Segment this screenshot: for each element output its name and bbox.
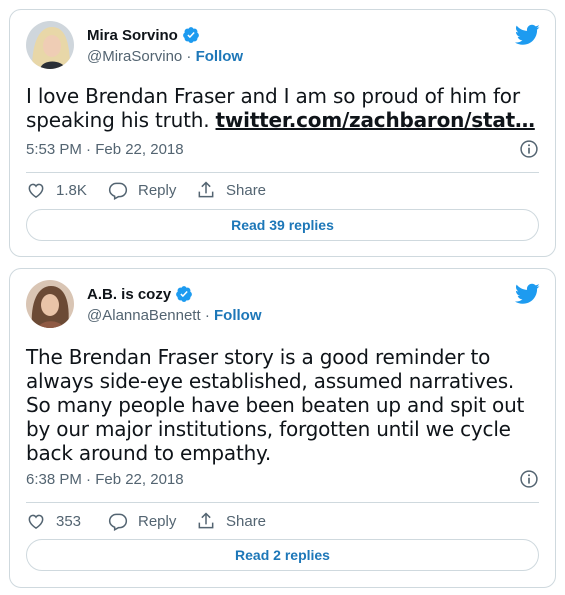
like-button[interactable]: 1.8K <box>26 180 108 200</box>
share-button[interactable]: Share <box>196 180 266 200</box>
action-bar: 353 Reply Share <box>26 511 266 531</box>
read-replies-button[interactable]: Read 2 replies <box>26 539 539 571</box>
share-icon <box>198 512 214 529</box>
divider <box>26 172 539 173</box>
share-button[interactable]: Share <box>196 511 266 531</box>
twitter-bird-icon[interactable] <box>515 24 540 46</box>
action-bar: 1.8K Reply Share <box>26 180 266 200</box>
reply-button[interactable]: Reply <box>108 511 196 531</box>
timestamp[interactable]: 5:53 PM · Feb 22, 2018 <box>26 141 184 158</box>
handle-line: @MiraSorvino · Follow <box>87 48 243 65</box>
share-icon <box>198 181 214 198</box>
follow-button[interactable]: Follow <box>196 48 244 65</box>
reply-button[interactable]: Reply <box>108 180 196 200</box>
share-label: Share <box>226 181 267 199</box>
reply-label: Reply <box>138 181 177 199</box>
author-name-line: A.B. is cozy <box>87 285 193 303</box>
author-name-line: Mira Sorvino <box>87 26 200 44</box>
avatar[interactable] <box>26 21 74 69</box>
share-label: Share <box>226 512 267 530</box>
avatar[interactable] <box>26 280 74 328</box>
heart-icon <box>28 183 44 198</box>
author-name[interactable]: Mira Sorvino <box>87 27 178 44</box>
like-count: 353 <box>56 512 82 530</box>
tweet-card-mira-sorvino[interactable]: Mira Sorvino @MiraSorvino · Follow I lov… <box>9 9 556 257</box>
handle-line: @AlannaBennett · Follow <box>87 307 262 324</box>
separator: · <box>182 48 196 65</box>
tweet-link[interactable]: twitter.com/zachbaron/stat… <box>216 108 535 132</box>
verified-badge-icon <box>182 26 200 44</box>
info-icon[interactable] <box>519 469 539 489</box>
timestamp[interactable]: 6:38 PM · Feb 22, 2018 <box>26 471 184 488</box>
reply-bubble-icon <box>108 513 128 531</box>
divider <box>26 502 539 503</box>
follow-button[interactable]: Follow <box>214 307 262 324</box>
like-button[interactable]: 353 <box>26 511 108 531</box>
tweet-card-alanna-bennett[interactable]: A.B. is cozy @AlannaBennett · Follow The… <box>9 268 556 588</box>
reply-bubble-icon <box>108 182 128 200</box>
reply-label: Reply <box>138 512 177 530</box>
author-name[interactable]: A.B. is cozy <box>87 286 171 303</box>
read-replies-button[interactable]: Read 39 replies <box>26 209 539 241</box>
heart-icon <box>28 514 44 529</box>
tweet-text: The Brendan Fraser story is a good remin… <box>26 345 525 465</box>
author-handle[interactable]: @MiraSorvino <box>87 48 182 65</box>
separator: · <box>200 307 214 324</box>
verified-badge-icon <box>175 285 193 303</box>
tweet-text: I love Brendan Fraser and I am so proud … <box>26 84 537 132</box>
author-handle[interactable]: @AlannaBennett <box>87 307 201 324</box>
twitter-bird-icon[interactable] <box>515 283 540 305</box>
info-icon[interactable] <box>519 139 539 159</box>
like-count: 1.8K <box>56 181 87 199</box>
